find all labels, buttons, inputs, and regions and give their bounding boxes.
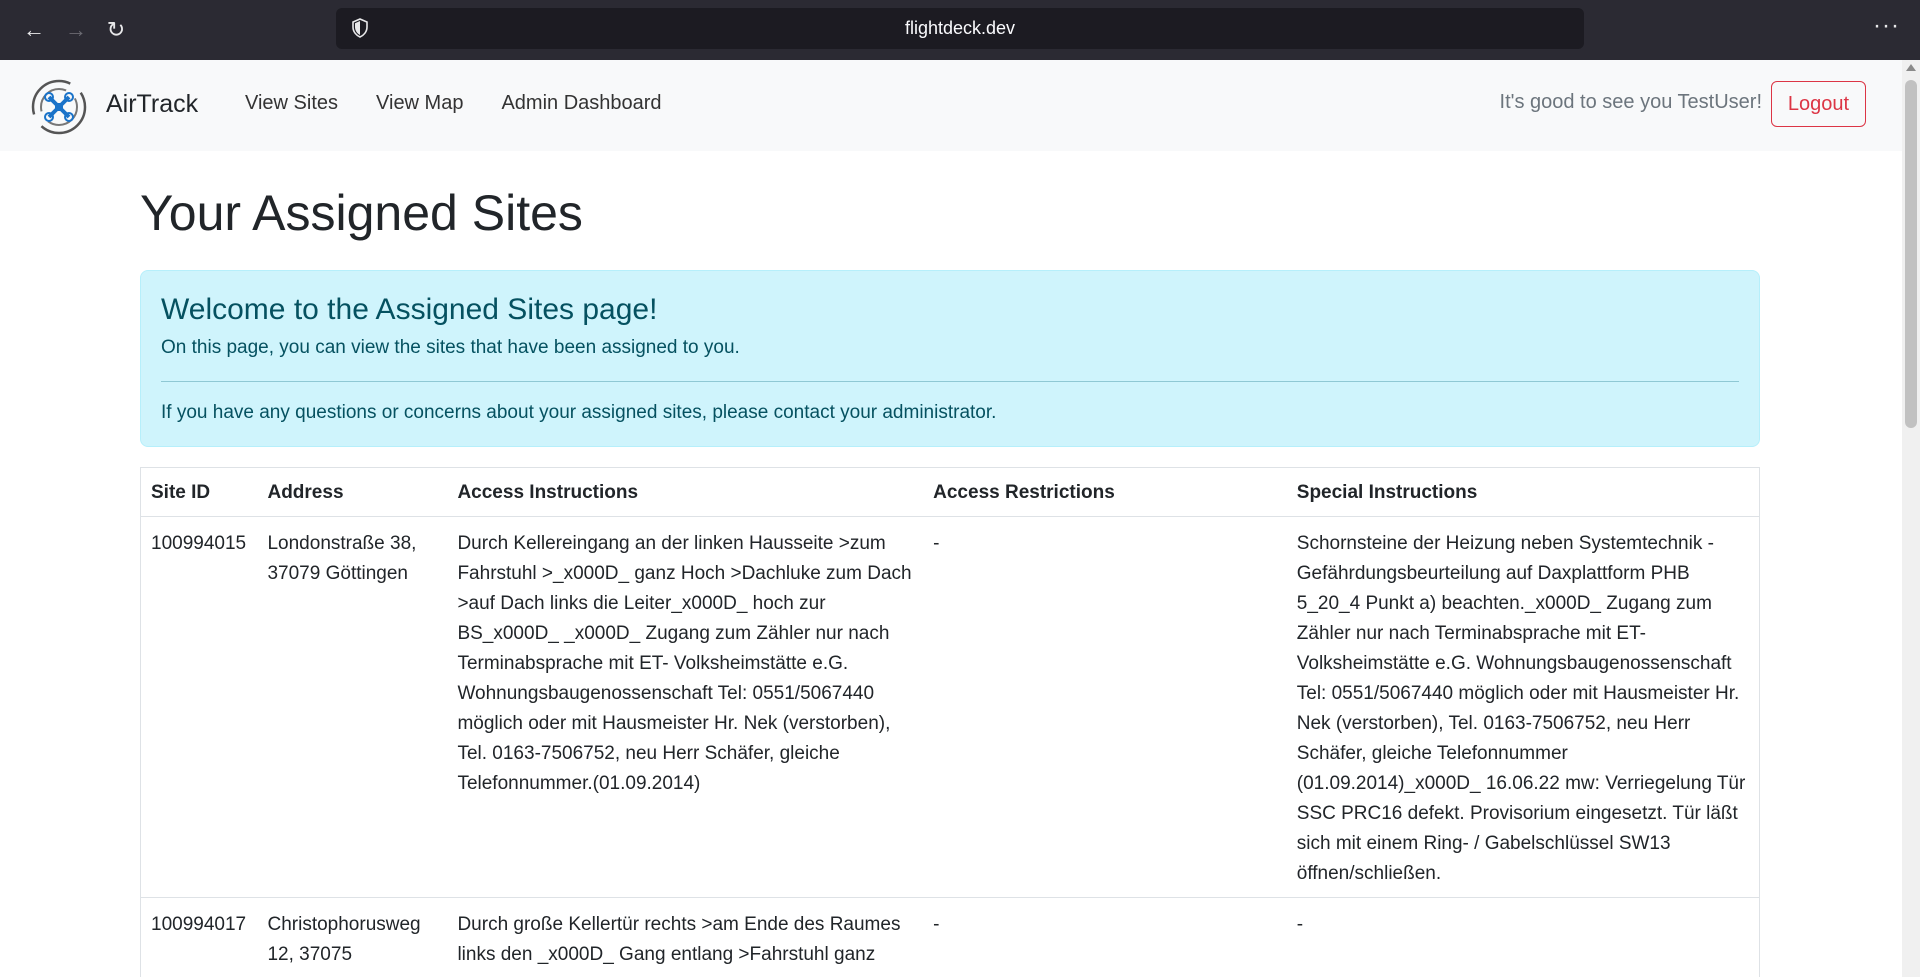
nav-links: View Sites View Map Admin Dashboard [245,92,662,115]
nav-link-view-map[interactable]: View Map [376,92,463,115]
table-header-row: Site ID Address Access Instructions Acce… [140,467,1760,517]
page-viewport: AirTrack View Sites View Map Admin Dashb… [0,60,1902,977]
column-header-access-instructions: Access Instructions [447,467,924,517]
cell-access-instructions: Durch Kellereingang an der linken Hausse… [447,516,924,898]
table-row: 100994015 Londonstraße 38, 37079 Götting… [140,516,1760,898]
navbar: AirTrack View Sites View Map Admin Dashb… [0,60,1902,151]
address-bar[interactable]: flightdeck.dev [336,8,1584,49]
scroll-up-icon[interactable] [1906,64,1916,71]
brand-name[interactable]: AirTrack [106,90,198,119]
main-content: Your Assigned Sites Welcome to the Assig… [140,151,1760,977]
cell-access-restrictions: - [923,516,1287,898]
sites-table: Site ID Address Access Instructions Acce… [140,467,1760,977]
user-greeting: It's good to see you TestUser! [1499,91,1762,113]
table-row: 100994017 Christophorusweg 12, 37075 Dur… [140,897,1760,977]
cell-site-id: 100994017 [140,897,258,977]
scrollbar-thumb[interactable] [1905,80,1917,428]
forward-icon[interactable]: → [60,14,92,46]
alert-divider [161,381,1739,382]
browser-toolbar: ← → ↻ flightdeck.dev ··· [0,0,1920,60]
column-header-address: Address [257,467,448,517]
cell-access-instructions: Durch große Kellertür rechts >am Ende de… [447,897,924,977]
url-text: flightdeck.dev [904,18,1016,38]
page-scrollbar[interactable] [1902,60,1920,977]
alert-text-line1: On this page, you can view the sites tha… [161,337,740,358]
nav-link-admin-dashboard[interactable]: Admin Dashboard [501,92,661,115]
drone-logo-icon[interactable] [30,78,88,136]
column-header-special-instructions: Special Instructions [1286,467,1760,517]
reload-icon[interactable]: ↻ [100,14,132,46]
menu-icon[interactable]: ··· [1873,12,1900,40]
back-icon[interactable]: ← [18,14,50,46]
alert-text-line2: If you have any questions or concerns ab… [161,402,997,423]
cell-site-id: 100994015 [140,516,258,898]
cell-special-instructions: - [1286,897,1760,977]
page-title: Your Assigned Sites [140,185,583,241]
alert-heading: Welcome to the Assigned Sites page! [161,293,658,326]
cell-address: Londonstraße 38, 37079 Göttingen [257,516,448,898]
info-alert: Welcome to the Assigned Sites page! On t… [140,270,1760,447]
cell-access-restrictions: - [923,897,1287,977]
column-header-site-id: Site ID [140,467,258,517]
cell-address: Christophorusweg 12, 37075 [257,897,448,977]
nav-link-view-sites[interactable]: View Sites [245,92,338,115]
logout-button[interactable]: Logout [1771,81,1866,127]
column-header-access-restrictions: Access Restrictions [923,467,1287,517]
cell-special-instructions: Schornsteine der Heizung neben Systemtec… [1286,516,1760,898]
